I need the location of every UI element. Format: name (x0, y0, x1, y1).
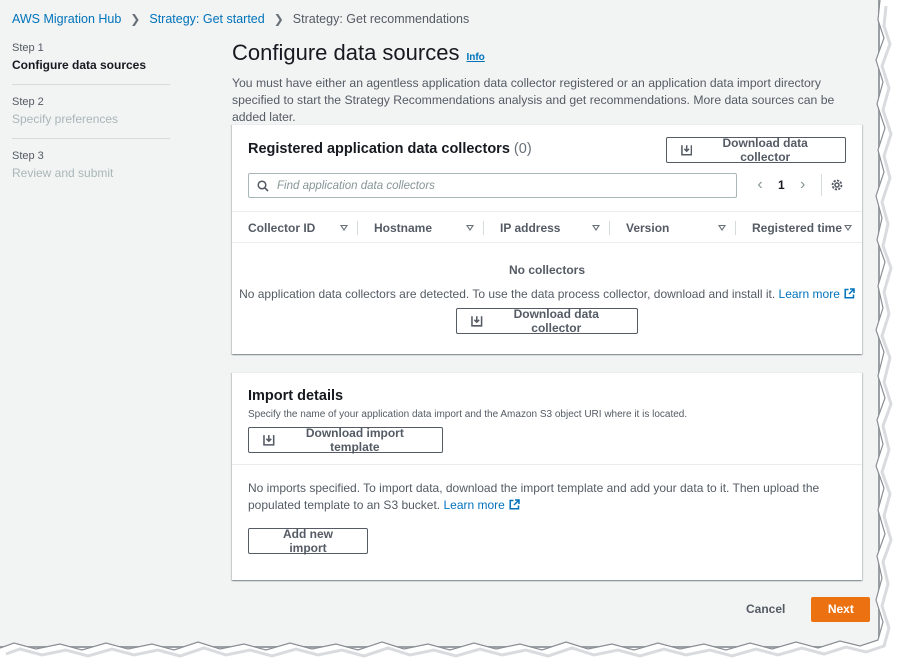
torn-edge-decoration (0, 0, 900, 665)
